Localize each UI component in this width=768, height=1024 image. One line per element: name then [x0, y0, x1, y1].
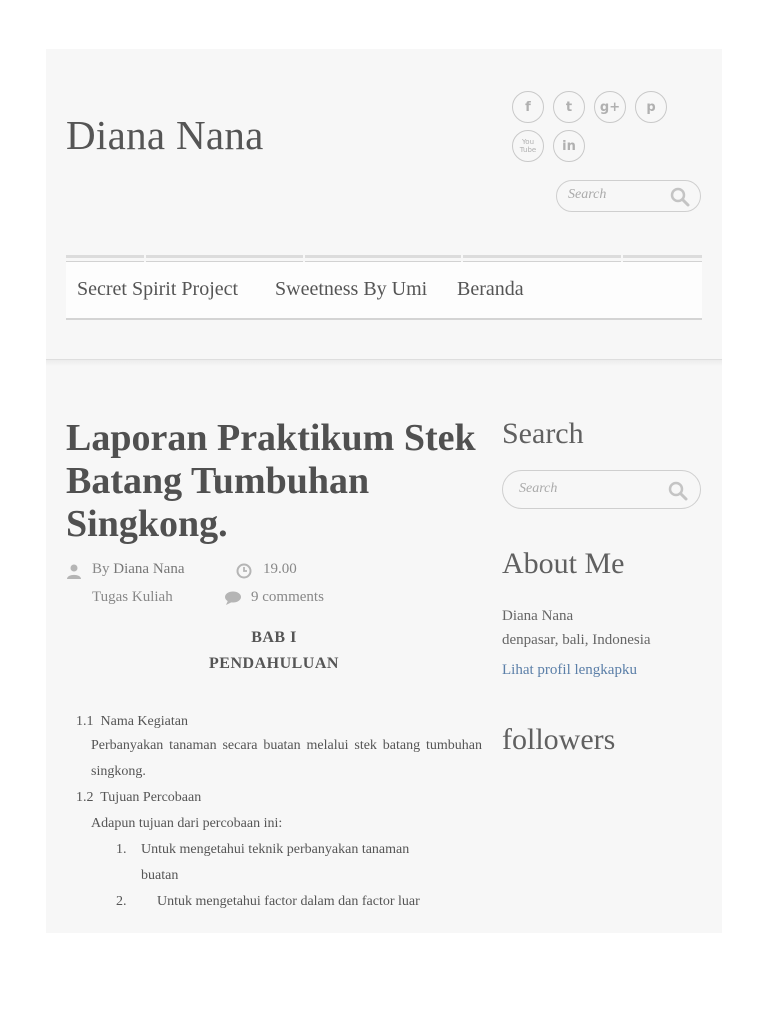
nav-top-border	[66, 255, 702, 262]
sidebar-about-heading: About Me	[502, 547, 625, 580]
sidebar-followers-heading: followers	[502, 723, 616, 756]
post-body: BAB I PENDAHULUAN	[66, 629, 482, 673]
view-full-profile-link[interactable]: Lihat profil lengkapku	[502, 662, 637, 679]
twitter-icon[interactable]: t	[553, 91, 585, 123]
clock-icon	[236, 563, 252, 579]
site-title[interactable]: Diana Nana	[66, 111, 264, 159]
main-nav: Secret Spirit Project Sweetness By Umi B…	[66, 262, 702, 320]
about-location: denpasar, bali, Indonesia	[502, 632, 651, 648]
youtube-icon[interactable]: You Tube	[512, 130, 544, 162]
blog-page: Diana Nana f t g+ p You Tube in Search Se…	[46, 49, 722, 933]
post-time[interactable]: 19.00	[263, 561, 297, 578]
section-2-title: 1.2 Tujuan Percobaan	[76, 790, 202, 805]
chapter-heading: BAB I	[251, 629, 297, 646]
goal-1: 1. Untuk mengetahui teknik perbanyakan t…	[116, 842, 410, 857]
facebook-icon[interactable]: f	[512, 91, 544, 123]
comment-icon	[225, 591, 241, 605]
header-search-input[interactable]: Search	[568, 187, 606, 203]
nav-item-beranda[interactable]: Beranda	[457, 278, 524, 301]
section-1-title: 1.1 Nama Kegiatan	[76, 714, 188, 729]
section-1-text: Perbanyakan tanaman secara buatan melalu…	[91, 738, 482, 779]
nav-item-secret-spirit-project[interactable]: Secret Spirit Project	[77, 278, 238, 301]
google-plus-icon[interactable]: g+	[594, 91, 626, 123]
section-1: 1.1 Nama Kegiatan Perbanyakan tanaman se…	[66, 711, 482, 915]
header-search[interactable]: Search	[556, 180, 701, 212]
post-author: By Diana Nana	[92, 561, 185, 577]
sidebar-search-heading: Search	[502, 417, 584, 450]
search-icon[interactable]	[669, 187, 691, 207]
nav-item-sweetness-by-umi[interactable]: Sweetness By Umi	[275, 278, 427, 301]
post-label[interactable]: Tugas Kuliah	[92, 589, 173, 606]
linkedin-icon[interactable]: in	[553, 130, 585, 162]
post-title[interactable]: Laporan Praktikum Stek Batang Tumbuhan S…	[66, 417, 496, 546]
chapter-subheading: PENDAHULUAN	[209, 655, 339, 672]
section-2-intro: Adapun tujuan dari percobaan ini:	[91, 816, 283, 831]
user-icon	[67, 564, 81, 579]
about-name: Diana Nana	[502, 608, 574, 624]
post-comments-link[interactable]: 9 comments	[251, 589, 324, 606]
sidebar-search[interactable]: Search	[502, 470, 701, 509]
author-link[interactable]: Diana Nana	[113, 561, 184, 577]
search-icon[interactable]	[667, 481, 689, 501]
sidebar-search-input[interactable]: Search	[519, 481, 557, 497]
pinterest-icon[interactable]: p	[635, 91, 667, 123]
goal-2: 2. Untuk mengetahui factor dalam dan fac…	[116, 894, 420, 909]
goal-1-continued: buatan	[141, 868, 179, 883]
header-shadow	[46, 360, 722, 366]
